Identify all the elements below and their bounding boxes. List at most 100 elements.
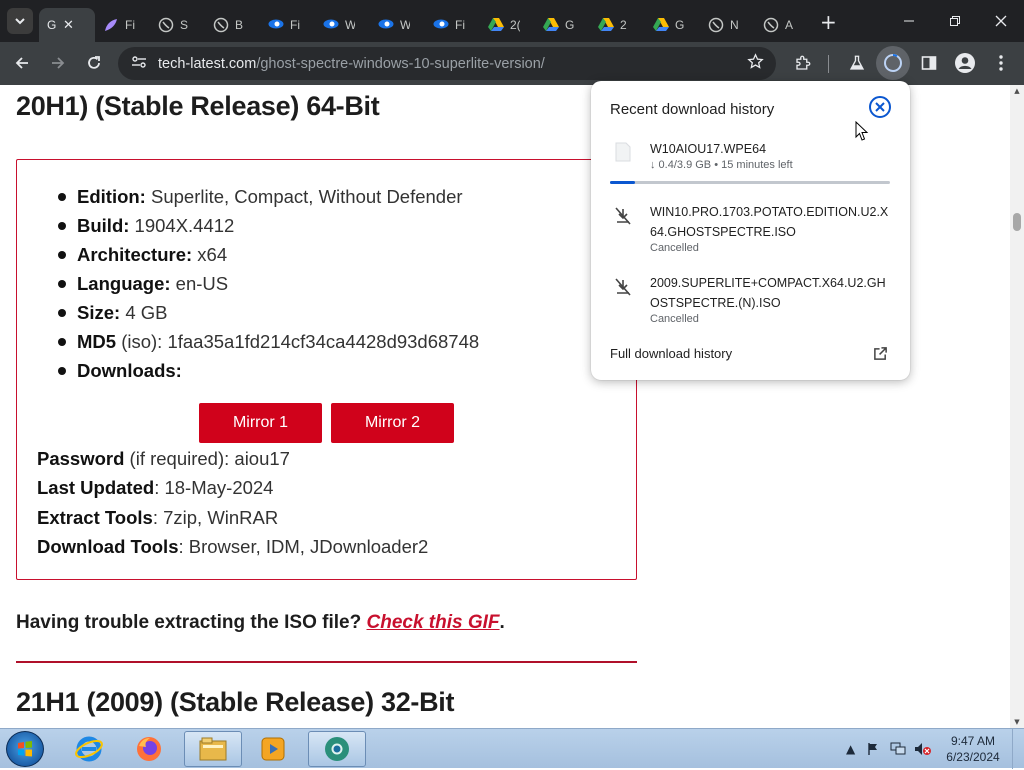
scroll-up-arrow-icon[interactable]: ▲ xyxy=(1010,87,1024,95)
google-drive-icon xyxy=(653,17,669,33)
globe-icon xyxy=(763,17,779,33)
info-label: Extract Tools xyxy=(37,506,153,528)
tab-title: G xyxy=(47,18,57,32)
spec-value: en-US xyxy=(170,273,229,294)
tab[interactable]: 2( xyxy=(480,8,535,42)
site-info-icon[interactable] xyxy=(128,55,150,73)
section-heading-2: 21H1 (2009) (Stable Release) 32-Bit xyxy=(16,687,455,717)
profile-avatar-icon[interactable] xyxy=(948,46,982,80)
globe-icon xyxy=(708,17,724,33)
google-drive-icon xyxy=(598,17,614,33)
tab-list: Fi S B Fi W W Fi 2(G 2 G N A xyxy=(95,0,810,42)
internet-explorer-icon xyxy=(75,736,103,762)
tab[interactable]: S xyxy=(150,8,205,42)
menu-kebab-icon[interactable] xyxy=(984,46,1018,80)
tab[interactable]: N xyxy=(700,8,755,42)
page-scrollbar[interactable]: ▲ ▼ xyxy=(1010,85,1024,728)
tab[interactable]: W xyxy=(315,8,370,42)
tab[interactable]: Fi xyxy=(425,8,480,42)
taskbar-firefox[interactable] xyxy=(120,731,178,767)
file-explorer-icon xyxy=(199,737,227,761)
windows-taskbar: ▲ 9:47 AM 6/23/2024 xyxy=(0,728,1024,769)
tab[interactable]: W xyxy=(370,8,425,42)
taskbar-internet-explorer[interactable] xyxy=(60,731,118,767)
extensions-puzzle-icon[interactable] xyxy=(786,46,820,80)
tab[interactable]: 2 xyxy=(590,8,645,42)
address-bar[interactable]: tech-latest.com/ghost-spectre-windows-10… xyxy=(118,47,776,80)
start-button[interactable] xyxy=(6,731,44,767)
close-tab-icon[interactable]: ✕ xyxy=(63,18,74,33)
restore-button[interactable] xyxy=(932,0,978,42)
blue-eye-icon xyxy=(323,17,339,33)
info-label: Password xyxy=(37,448,125,469)
taskbar-chrome[interactable] xyxy=(308,731,366,767)
forward-button[interactable] xyxy=(40,45,76,81)
tab-title: 2( xyxy=(510,18,520,32)
spec-label: MD5 xyxy=(77,331,117,352)
back-button[interactable] xyxy=(4,45,40,81)
network-icon[interactable] xyxy=(890,729,906,769)
arrow-right-icon xyxy=(52,57,65,69)
toolbar-divider xyxy=(828,55,829,73)
url-text: tech-latest.com/ghost-spectre-windows-10… xyxy=(158,56,545,72)
info-line: Last Updated: 18-May-2024 xyxy=(37,473,428,502)
close-window-button[interactable] xyxy=(978,0,1024,42)
tab-active[interactable]: G ✕ xyxy=(39,8,95,42)
blue-eye-icon xyxy=(268,17,284,33)
tab[interactable]: Fi xyxy=(260,8,315,42)
tab[interactable]: Fi xyxy=(95,8,150,42)
tab[interactable]: A xyxy=(755,8,810,42)
mirror-2-button[interactable]: Mirror 2 xyxy=(331,403,454,443)
spec-item: Edition: Superlite, Compact, Without Def… xyxy=(57,182,479,211)
mirror-1-button[interactable]: Mirror 1 xyxy=(199,403,322,443)
download-status: Cancelled xyxy=(650,242,699,254)
tray-show-hidden-icon[interactable]: ▲ xyxy=(846,729,855,769)
spec-item: Downloads: xyxy=(57,356,479,385)
scroll-thumb[interactable] xyxy=(1013,213,1021,231)
bookmark-star-icon[interactable] xyxy=(747,53,764,75)
tab[interactable]: B xyxy=(205,8,260,42)
minimize-button[interactable] xyxy=(886,0,932,42)
reload-button[interactable] xyxy=(76,45,112,81)
side-panel-icon[interactable] xyxy=(912,46,946,80)
close-icon xyxy=(875,102,885,112)
spec-item: Build: 1904X.4412 xyxy=(57,211,479,240)
url-host: tech-latest.com xyxy=(158,55,257,72)
download-filename: W10AIOU17.WPE64 xyxy=(650,142,767,156)
spec-label: Size: xyxy=(77,302,121,323)
close-panel-button[interactable] xyxy=(869,96,891,118)
clock-date: 6/23/2024 xyxy=(946,750,1000,764)
url-path: /ghost-spectre-windows-10-superlite-vers… xyxy=(256,55,545,72)
info-lines: Password (if required): aiou17 Last Updat… xyxy=(37,444,428,561)
tab-title: G xyxy=(565,18,575,32)
labs-flask-icon[interactable] xyxy=(840,46,874,80)
tab[interactable]: G xyxy=(645,8,700,42)
download-progress-fill xyxy=(610,181,636,184)
taskbar-file-explorer[interactable] xyxy=(184,731,242,767)
tab-search-button[interactable] xyxy=(7,8,33,34)
divider xyxy=(16,661,637,663)
download-ring-icon xyxy=(884,54,902,72)
check-gif-link[interactable]: Check this GIF xyxy=(367,612,500,633)
volume-muted-icon[interactable] xyxy=(914,729,932,769)
tab-title: 2 xyxy=(620,18,627,32)
download-progress-button[interactable] xyxy=(876,46,910,80)
globe-icon xyxy=(213,17,229,33)
spec-label: Language: xyxy=(77,273,171,294)
new-tab-button[interactable]: + xyxy=(820,10,837,34)
google-drive-icon xyxy=(488,17,504,33)
download-status: ↓ 0.4/3.9 GB • 15 minutes left xyxy=(650,159,793,171)
taskbar-media-player[interactable] xyxy=(244,731,302,767)
google-drive-icon xyxy=(543,17,559,33)
action-center-flag-icon[interactable] xyxy=(866,729,880,769)
system-clock[interactable]: 9:47 AM 6/23/2024 xyxy=(940,733,1006,765)
scroll-down-arrow-icon[interactable]: ▼ xyxy=(1010,718,1024,726)
full-download-history-link[interactable]: Full download history xyxy=(610,346,732,361)
tab-title: B xyxy=(235,18,244,32)
show-desktop-button[interactable] xyxy=(1012,729,1024,769)
open-in-new-icon[interactable] xyxy=(873,346,888,365)
trouble-text: Having trouble extracting the ISO file? xyxy=(16,612,367,633)
chrome-icon xyxy=(325,737,349,761)
tab[interactable]: G xyxy=(535,8,590,42)
tab-title: S xyxy=(180,18,189,32)
